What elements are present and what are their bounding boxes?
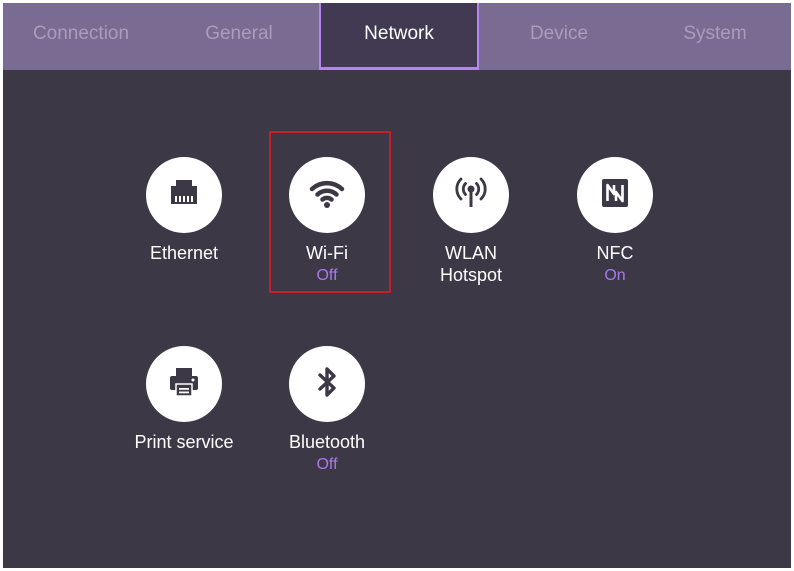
nfc-label: NFC	[596, 243, 634, 263]
wlan-hotspot-button[interactable]	[433, 157, 509, 233]
bluetooth-tile[interactable]: Bluetooth Off	[262, 346, 392, 475]
wlan-hotspot-label-line1: WLAN	[444, 243, 497, 263]
bluetooth-button[interactable]	[289, 346, 365, 422]
print-service-tile[interactable]: Print service	[119, 346, 249, 453]
wifi-icon	[306, 172, 348, 219]
wifi-button[interactable]	[289, 157, 365, 233]
bluetooth-label: Bluetooth	[288, 432, 366, 452]
print-service-label: Print service	[134, 432, 234, 452]
bluetooth-status: Off	[316, 456, 338, 473]
print-service-button[interactable]	[146, 346, 222, 422]
tab-system[interactable]: System	[639, 3, 791, 70]
wifi-status: Off	[316, 267, 338, 284]
tab-device[interactable]: Device	[479, 3, 639, 70]
nfc-status: On	[604, 267, 626, 284]
nfc-tile[interactable]: NFC On	[550, 157, 680, 286]
ethernet-button[interactable]	[146, 157, 222, 233]
settings-screen: Connection General Network Device System…	[3, 3, 791, 568]
printer-icon	[164, 362, 204, 407]
tab-bar: Connection General Network Device System	[3, 3, 791, 70]
nfc-button[interactable]	[577, 157, 653, 233]
wlan-hotspot-label: WLAN Hotspot	[406, 242, 536, 286]
wifi-label: Wi-Fi	[306, 243, 348, 263]
nfc-icon	[595, 173, 635, 218]
wlan-hotspot-tile[interactable]: WLAN Hotspot	[406, 157, 536, 286]
tab-network[interactable]: Network	[319, 3, 479, 70]
ethernet-label: Ethernet	[149, 243, 219, 263]
ethernet-tile[interactable]: Ethernet	[119, 157, 249, 264]
ethernet-port-icon	[164, 173, 204, 218]
bluetooth-icon	[307, 362, 347, 407]
hotspot-antenna-icon	[450, 172, 492, 219]
tab-general[interactable]: General	[159, 3, 319, 70]
wifi-tile[interactable]: Wi-Fi Off	[262, 157, 392, 286]
tab-connection[interactable]: Connection	[3, 3, 159, 70]
wlan-hotspot-label-line2: Hotspot	[439, 265, 503, 285]
